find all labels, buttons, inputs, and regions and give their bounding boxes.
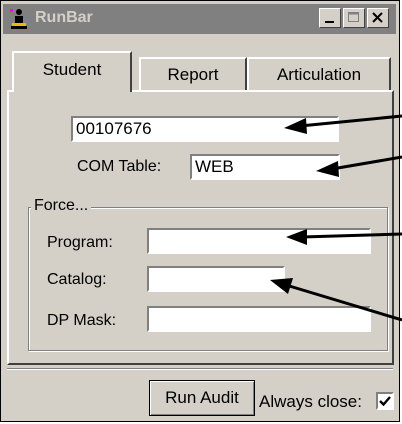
program-label: Program: — [47, 234, 113, 251]
title-bar[interactable]: RunBar — [3, 4, 396, 34]
dp-mask-label: DP Mask: — [47, 312, 117, 329]
always-close-label: Always close: — [259, 392, 362, 411]
tab-student[interactable]: Student — [12, 51, 132, 92]
minimize-button[interactable] — [319, 8, 341, 28]
close-icon — [372, 12, 383, 23]
catalog-label: Catalog: — [47, 271, 107, 288]
catalog-field[interactable] — [147, 266, 285, 292]
runner-icon — [10, 9, 27, 29]
tab-articulation-label: Articulation — [276, 65, 362, 84]
minimize-icon — [325, 21, 334, 23]
footer-separator — [7, 368, 393, 370]
tab-articulation[interactable]: Articulation — [247, 57, 391, 90]
runbar-window: RunBar Student Report Articulation 00107… — [0, 0, 400, 422]
run-audit-button[interactable]: Run Audit — [149, 380, 255, 416]
tab-student-label: Student — [42, 60, 102, 79]
force-group-title: Force... — [31, 197, 92, 215]
maximize-button[interactable] — [343, 8, 365, 28]
tab-report[interactable]: Report — [139, 57, 247, 90]
com-table-field[interactable]: WEB — [190, 154, 340, 180]
checkmark-icon — [379, 396, 391, 407]
student-id-field[interactable]: 00107676 — [71, 116, 339, 142]
close-button[interactable] — [367, 8, 389, 28]
maximize-icon — [348, 12, 359, 22]
com-table-label: COM Table: — [77, 158, 162, 175]
always-close-checkbox[interactable] — [376, 392, 394, 410]
dp-mask-field[interactable] — [147, 306, 371, 332]
tab-report-label: Report — [167, 65, 219, 84]
program-field[interactable] — [147, 228, 371, 254]
window-title: RunBar — [35, 9, 93, 26]
